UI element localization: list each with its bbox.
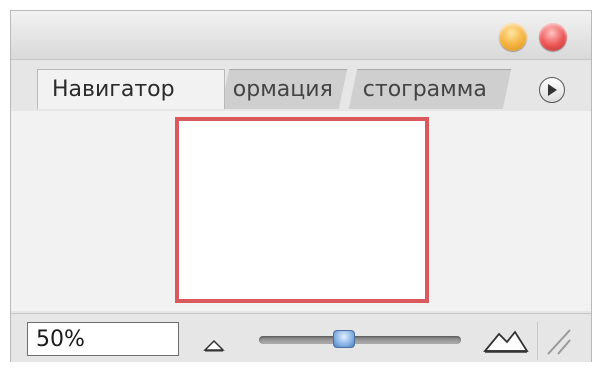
minimize-icon[interactable] (499, 23, 527, 51)
zoom-input[interactable]: 50% (27, 322, 179, 356)
tab-histogram-label: стограмма (362, 77, 487, 102)
tab-info-label: ормация (232, 77, 333, 102)
resize-grip-icon[interactable] (537, 322, 578, 360)
zoom-slider[interactable] (259, 336, 461, 344)
view-box[interactable] (175, 117, 429, 303)
zoom-in-icon[interactable] (483, 328, 529, 354)
navigator-panel: ормация стограмма Навигатор 50% (10, 10, 592, 362)
tab-histogram[interactable]: стограмма (348, 69, 512, 109)
zoom-slider-thumb[interactable] (333, 330, 355, 348)
tab-bar: ормация стограмма Навигатор (11, 59, 591, 111)
panel-menu-icon[interactable] (539, 77, 565, 103)
navigator-preview-area (11, 111, 591, 311)
tab-navigator[interactable]: Навигатор (37, 69, 225, 109)
panel-titlebar[interactable] (11, 11, 591, 60)
zoom-out-icon[interactable] (203, 338, 225, 352)
tab-navigator-label: Навигатор (52, 77, 175, 102)
zoom-bar: 50% (11, 313, 591, 362)
close-icon[interactable] (539, 23, 567, 51)
tab-info[interactable]: ормация (220, 69, 348, 109)
